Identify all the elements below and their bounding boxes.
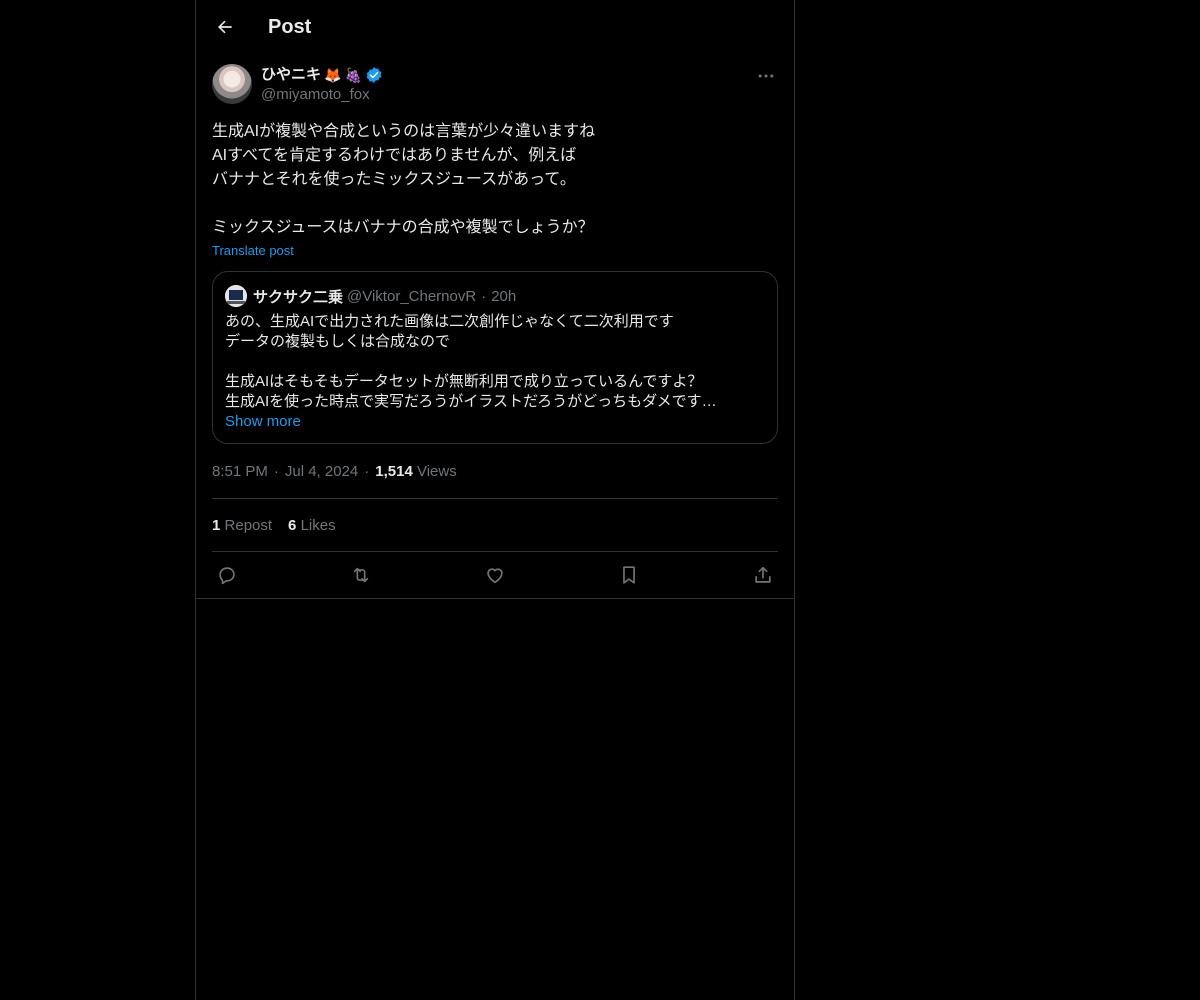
repost-icon bbox=[353, 567, 369, 583]
page-title: Post bbox=[268, 16, 312, 38]
divider bbox=[212, 498, 778, 499]
back-button[interactable] bbox=[208, 10, 242, 44]
views-label: Views bbox=[416, 463, 457, 480]
author-handle[interactable]: @miyamoto_fox bbox=[261, 85, 383, 105]
post-date[interactable]: Jul 4, 2024 bbox=[285, 463, 358, 480]
divider bbox=[212, 551, 778, 552]
action-bar bbox=[212, 562, 778, 588]
reply-icon bbox=[219, 567, 235, 585]
arrow-left-icon bbox=[218, 20, 232, 34]
reposts-count: 1 bbox=[212, 517, 221, 534]
likes-count: 6 bbox=[288, 517, 297, 534]
quote-handle: @Viktor_ChernovR bbox=[347, 287, 477, 305]
quote-timestamp: 20h bbox=[491, 287, 517, 305]
verified-badge-icon[interactable] bbox=[365, 66, 383, 84]
quote-separator: · bbox=[481, 287, 487, 305]
reposts-stat[interactable]: 1 Repost bbox=[212, 517, 272, 534]
like-icon bbox=[487, 568, 503, 584]
author-display-name[interactable]: ひやニキ bbox=[261, 65, 321, 85]
likes-label: Likes bbox=[300, 517, 336, 534]
post-time[interactable]: 8:51 PM bbox=[212, 463, 268, 480]
likes-stat[interactable]: 6 Likes bbox=[288, 517, 336, 534]
share-icon bbox=[755, 566, 771, 583]
translate-post-link[interactable]: Translate post bbox=[212, 242, 294, 260]
share-button[interactable] bbox=[748, 562, 778, 588]
grapes-emoji-icon: 🍇 bbox=[344, 67, 362, 83]
display-name-row: ひやニキ 🦊 🍇 bbox=[261, 65, 383, 85]
post-text: 生成AIが複製や合成というのは言葉が少々違いますね AIすべてを肯定するわけでは… bbox=[212, 123, 596, 236]
post: ひやニキ 🦊 🍇 @miyamoto_fox 生成AIが複製や合成というのは言葉… bbox=[212, 64, 778, 585]
views-count: 1,514 bbox=[375, 463, 413, 480]
reply-button[interactable] bbox=[212, 562, 242, 588]
quote-display-name: サクサク二乗 bbox=[253, 288, 344, 306]
fox-emoji-icon: 🦊 bbox=[324, 67, 342, 83]
meta-separator: · bbox=[273, 463, 279, 480]
quote-avatar bbox=[225, 285, 247, 307]
bookmark-button[interactable] bbox=[614, 562, 644, 588]
quote-header: サクサク二乗 @Viktor_ChernovR · 20h bbox=[225, 285, 516, 307]
show-more-link[interactable]: Show more bbox=[225, 412, 301, 432]
quoted-post[interactable]: サクサク二乗 @Viktor_ChernovR · 20h あの、生成AIで出力… bbox=[212, 271, 778, 444]
author-name-block: ひやニキ 🦊 🍇 @miyamoto_fox bbox=[261, 65, 383, 105]
more-horizontal-icon bbox=[758, 74, 774, 78]
reposts-label: Repost bbox=[224, 517, 273, 534]
quote-text: あの、生成AIで出力された画像は二次創作じゃなくて二次利用です データの複製もし… bbox=[225, 313, 717, 410]
author-row: ひやニキ 🦊 🍇 @miyamoto_fox bbox=[212, 64, 778, 106]
repost-button[interactable] bbox=[346, 562, 376, 588]
more-options-button[interactable] bbox=[754, 64, 778, 88]
bookmark-icon bbox=[623, 566, 635, 584]
post-bottom-border bbox=[196, 598, 794, 599]
meta-separator: · bbox=[364, 463, 370, 480]
post-meta: 8:51 PM · Jul 4, 2024 · 1,514 Views bbox=[212, 462, 457, 482]
post-stats: 1 Repost 6 Likes bbox=[212, 516, 352, 536]
main-column: Post ひやニキ 🦊 🍇 @miyamoto_fox 生成AIが複製や合成とい… bbox=[195, 0, 795, 1000]
page-header: Post bbox=[196, 0, 794, 53]
avatar[interactable] bbox=[212, 64, 252, 104]
like-button[interactable] bbox=[480, 562, 510, 588]
